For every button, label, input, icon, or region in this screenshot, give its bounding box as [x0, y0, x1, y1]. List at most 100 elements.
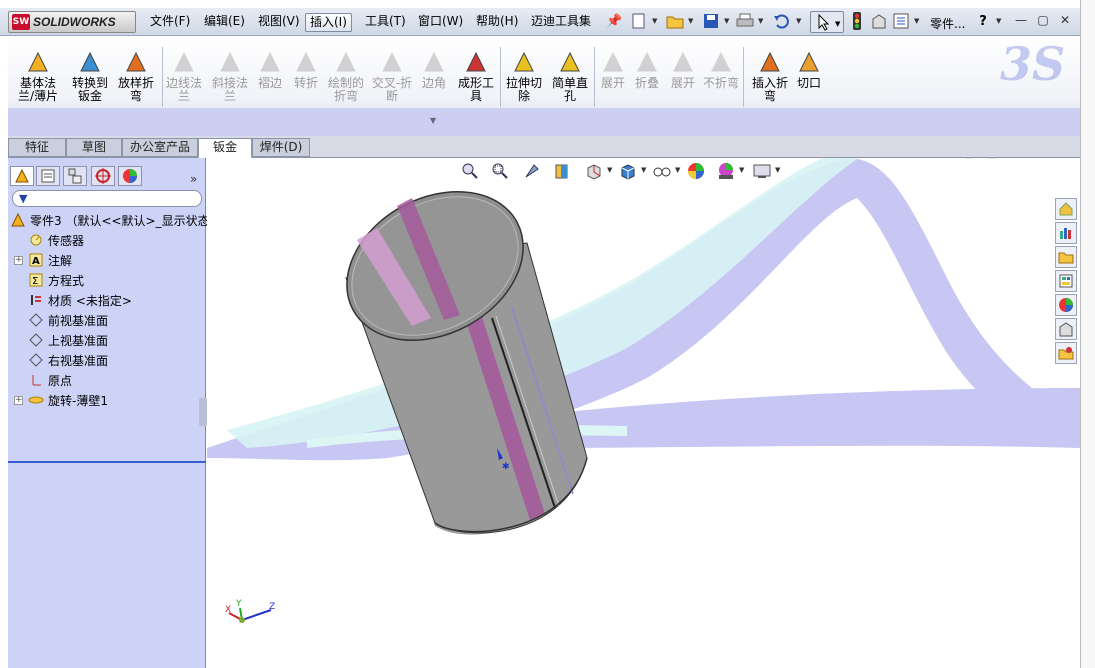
rollback-bar[interactable]: [8, 461, 206, 463]
print-dropdown-icon[interactable]: ▼: [758, 17, 763, 25]
panel-splitter[interactable]: [199, 398, 207, 426]
ribbon-button-3[interactable]: 放样折 弯: [112, 49, 160, 103]
apply-scene-icon[interactable]: [715, 160, 737, 182]
menu-window[interactable]: 窗口(W): [414, 13, 467, 32]
minimize-icon[interactable]: —: [1012, 12, 1030, 28]
appearances-icon[interactable]: [1055, 294, 1077, 316]
ribbon-button-4[interactable]: 边线法 兰: [160, 49, 208, 103]
property-manager-tab-icon[interactable]: [36, 166, 60, 186]
display-style-dropdown-icon[interactable]: ▼: [641, 166, 646, 174]
ribbon-button-7[interactable]: 转折: [290, 49, 322, 90]
ribbon-button-11[interactable]: 成形工 具: [452, 49, 500, 103]
tree-root[interactable]: 零件3 （默认<<默认>_显示状态: [10, 210, 210, 230]
tree-item[interactable]: + 旋转-薄壁1: [14, 390, 108, 410]
tree-item[interactable]: 传感器: [28, 230, 84, 250]
menu-help[interactable]: 帮助(H): [472, 13, 522, 32]
tab-sketch[interactable]: 草图: [66, 138, 122, 157]
tree-item[interactable]: + A 注解: [14, 250, 72, 270]
edit-appearance-icon[interactable]: [685, 160, 707, 182]
hide-show-dropdown-icon[interactable]: ▼: [675, 166, 680, 174]
tab-sheet-metal[interactable]: 钣金(H): [198, 138, 252, 171]
tree-item[interactable]: 前视基准面: [28, 310, 108, 330]
file-explorer-icon[interactable]: [1055, 246, 1077, 268]
configuration-manager-tab-icon[interactable]: [63, 166, 87, 186]
ribbon-button-5[interactable]: 斜接法 兰: [206, 49, 254, 103]
menu-insert[interactable]: 插入(I): [305, 13, 352, 32]
dimxpert-tab-icon[interactable]: [91, 166, 115, 186]
cylinder-model[interactable]: ✱: [321, 162, 588, 535]
previous-view-icon[interactable]: [521, 160, 543, 182]
doc-close-icon[interactable]: ✕: [1053, 158, 1067, 161]
ribbon-button-17[interactable]: 不折弯: [700, 49, 742, 90]
view-settings-dropdown-icon[interactable]: ▼: [775, 166, 780, 174]
ribbon-button-2[interactable]: 转换到 钣金: [66, 49, 114, 103]
tab-weldments[interactable]: 焊件(D): [252, 138, 310, 157]
undo-dropdown-icon[interactable]: ▼: [796, 17, 801, 25]
tile-left-icon[interactable]: ◫: [962, 158, 976, 161]
graphics-area[interactable]: ✱ X Y Z ▼ ▼ ▼ ▼ ▼: [207, 158, 1080, 668]
open-folder-icon[interactable]: [666, 12, 684, 30]
ribbon-expand-icon[interactable]: ▼: [430, 116, 436, 125]
tree-item[interactable]: 上视基准面: [28, 330, 108, 350]
ribbon-button-6[interactable]: 褶边: [254, 49, 286, 90]
view-orientation-dropdown-icon[interactable]: ▼: [607, 166, 612, 174]
undo-icon[interactable]: [772, 12, 790, 30]
feature-manager-tab-icon[interactable]: [10, 166, 34, 186]
tab-office-products[interactable]: 办公室产品: [122, 138, 198, 157]
ribbon-button-12[interactable]: 拉伸切 除: [500, 49, 548, 103]
tree-item[interactable]: 右视基准面: [28, 350, 108, 370]
custom-properties-icon[interactable]: [1055, 318, 1077, 340]
print-icon[interactable]: [736, 12, 754, 30]
zoom-to-area-icon[interactable]: [489, 160, 511, 182]
new-dropdown-icon[interactable]: ▼: [652, 17, 657, 25]
zoom-to-fit-icon[interactable]: [459, 160, 481, 182]
menu-file[interactable]: 文件(F): [146, 13, 194, 32]
section-view-icon[interactable]: [551, 160, 573, 182]
ribbon-button-16[interactable]: 展开: [666, 49, 700, 90]
save-dropdown-icon[interactable]: ▼: [724, 17, 729, 25]
view-palette-icon[interactable]: [1055, 270, 1077, 292]
ribbon-button-8[interactable]: 绘制的 折弯: [322, 49, 370, 103]
options-dropdown-icon[interactable]: ▼: [914, 17, 919, 25]
menu-view[interactable]: 视图(V): [254, 13, 304, 32]
ribbon-button-14[interactable]: 展开: [596, 49, 630, 90]
solidworks-resources-icon[interactable]: [1055, 198, 1077, 220]
new-document-icon[interactable]: [630, 12, 648, 30]
hide-show-items-icon[interactable]: [651, 160, 673, 182]
open-dropdown-icon[interactable]: ▼: [688, 17, 693, 25]
menu-maidi-tools[interactable]: 迈迪工具集: [527, 13, 595, 32]
ribbon-button-10[interactable]: 边角: [418, 49, 450, 90]
apply-scene-dropdown-icon[interactable]: ▼: [739, 166, 744, 174]
select-button[interactable]: ▼: [810, 11, 844, 33]
ribbon-button-9[interactable]: 交叉-折 断: [368, 49, 416, 103]
tree-item[interactable]: 材质 <未指定>: [28, 290, 132, 310]
ribbon-button-1[interactable]: 基体法 兰/薄片: [14, 49, 62, 103]
doc-minimize-icon[interactable]: —: [1007, 158, 1021, 161]
pin-icon[interactable]: 📌: [606, 14, 622, 29]
display-style-icon[interactable]: [617, 160, 639, 182]
ribbon-button-13[interactable]: 简单直 孔: [546, 49, 594, 103]
solidworks-forum-icon[interactable]: [1055, 342, 1077, 364]
app-logo[interactable]: SW SOLIDWORKS: [8, 11, 136, 33]
options-icon[interactable]: [892, 12, 910, 30]
display-manager-tab-icon[interactable]: [118, 166, 142, 186]
menu-edit[interactable]: 编辑(E): [200, 13, 249, 32]
help-icon[interactable]: ?: [974, 12, 992, 30]
ribbon-button-15[interactable]: 折叠: [630, 49, 664, 90]
expand-icon[interactable]: +: [14, 395, 23, 405]
file-properties-icon[interactable]: [870, 12, 888, 30]
tab-features[interactable]: 特征: [8, 138, 66, 157]
tree-filter-input[interactable]: ▼: [12, 190, 202, 207]
save-icon[interactable]: [702, 12, 720, 30]
expand-icon[interactable]: +: [14, 255, 23, 265]
tree-item[interactable]: 原点: [28, 370, 72, 390]
view-orientation-icon[interactable]: [583, 160, 605, 182]
ribbon-button-18[interactable]: 插入折 弯: [746, 49, 794, 103]
rebuild-traffic-light-icon[interactable]: [848, 12, 866, 30]
restore-icon[interactable]: ▢: [1034, 12, 1052, 28]
close-icon[interactable]: ✕: [1056, 12, 1074, 28]
design-library-icon[interactable]: [1055, 222, 1077, 244]
view-settings-icon[interactable]: [751, 160, 773, 182]
ribbon-button-19[interactable]: 切口: [792, 49, 826, 90]
menu-tools[interactable]: 工具(T): [361, 13, 410, 32]
